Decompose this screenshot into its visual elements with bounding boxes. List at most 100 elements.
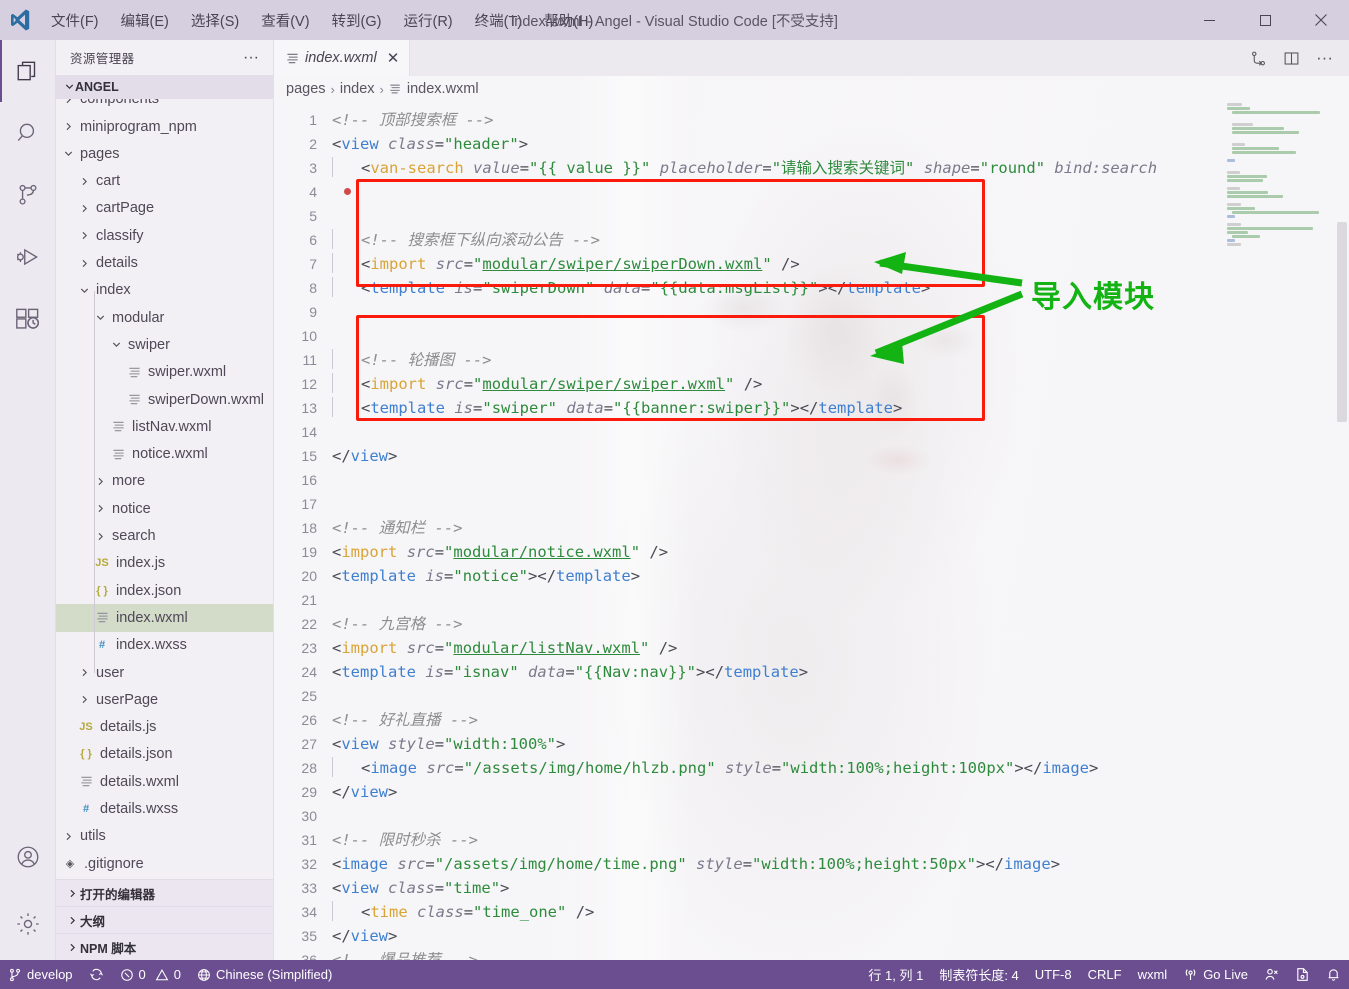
- tree-item-search[interactable]: search: [56, 522, 273, 549]
- activity-explorer-icon[interactable]: [0, 40, 56, 102]
- status-language-mode[interactable]: wxml: [1130, 960, 1176, 989]
- menu-bar: 文件(F) 编辑(E) 选择(S) 查看(V) 转到(G) 运行(R) 终端(T…: [40, 0, 604, 40]
- tree-item--gitignore[interactable]: ◈ .gitignore: [56, 850, 273, 877]
- tree-item-userpage[interactable]: userPage: [56, 686, 273, 713]
- code-line: 34 <time class="time_one" />: [274, 900, 1349, 924]
- sidebar-more-actions-icon[interactable]: ···: [243, 49, 265, 65]
- menu-run[interactable]: 运行(R): [392, 6, 463, 35]
- tree-item-more[interactable]: more: [56, 468, 273, 495]
- tree-item-details-wxss[interactable]: # details.wxss: [56, 795, 273, 822]
- activity-search-icon[interactable]: [0, 102, 56, 164]
- code-line: 21: [274, 588, 1349, 612]
- status-notifications[interactable]: [1318, 960, 1349, 989]
- tree-item-pages[interactable]: pages: [56, 140, 273, 167]
- chevron-right-icon[interactable]: [76, 667, 92, 678]
- line-number: 26: [301, 712, 317, 728]
- more-actions-icon[interactable]: ···: [1316, 49, 1333, 66]
- menu-help[interactable]: 帮助(H): [533, 6, 604, 35]
- status-sync[interactable]: [81, 960, 112, 989]
- breadcrumb-item-file[interactable]: index.wxml: [407, 81, 479, 97]
- status-indentation[interactable]: 制表符长度: 4: [931, 960, 1026, 989]
- status-cursor-position[interactable]: 行 1, 列 1: [860, 960, 931, 989]
- tree-item-user[interactable]: user: [56, 659, 273, 686]
- tree-item-swiper-wxml[interactable]: swiper.wxml: [56, 359, 273, 386]
- menu-go[interactable]: 转到(G): [321, 6, 393, 35]
- line-number: 34: [301, 904, 317, 920]
- close-button[interactable]: [1293, 0, 1349, 40]
- pane-outline[interactable]: 大纲: [56, 906, 273, 933]
- tree-item-index-json[interactable]: { } index.json: [56, 577, 273, 604]
- activity-source-control-icon[interactable]: [0, 164, 56, 226]
- tree-root-folder[interactable]: ANGEL: [56, 75, 273, 99]
- split-editor-icon[interactable]: [1283, 50, 1300, 67]
- chevron-right-icon[interactable]: [76, 203, 92, 214]
- scrollbar-thumb[interactable]: [1337, 222, 1347, 422]
- chevron-right-icon[interactable]: [60, 121, 76, 132]
- tree-item-swiper[interactable]: swiper: [56, 331, 273, 358]
- code-line-text: [330, 180, 1349, 204]
- chevron-right-icon[interactable]: [76, 230, 92, 241]
- breakpoint-dot[interactable]: [344, 188, 351, 195]
- status-problems[interactable]: 0 0: [112, 960, 189, 989]
- tree-item-index-wxml[interactable]: index.wxml: [56, 604, 273, 632]
- activity-settings-gear-icon[interactable]: [0, 888, 56, 960]
- pane-npm-scripts[interactable]: NPM 脚本: [56, 933, 273, 960]
- tree-item-cart[interactable]: cart: [56, 168, 273, 195]
- chevron-right-icon[interactable]: [76, 694, 92, 705]
- tree-root-label: ANGEL: [75, 79, 119, 94]
- tree-item-details-wxml[interactable]: details.wxml: [56, 768, 273, 795]
- tree-item-index[interactable]: index: [56, 277, 273, 304]
- activity-extensions-icon[interactable]: [0, 288, 56, 350]
- tree-item-classify[interactable]: classify: [56, 222, 273, 249]
- breadcrumb-item-pages[interactable]: pages: [286, 81, 326, 97]
- tab-index-wxml[interactable]: index.wxml ✕: [274, 40, 411, 76]
- chevron-right-icon[interactable]: [76, 258, 92, 269]
- chevron-down-icon[interactable]: [76, 285, 92, 296]
- breadcrumb-item-index[interactable]: index: [340, 81, 375, 97]
- split-diff-icon[interactable]: [1250, 50, 1267, 67]
- maximize-button[interactable]: [1237, 0, 1293, 40]
- tab-close-icon[interactable]: ✕: [387, 51, 400, 66]
- minimize-button[interactable]: [1181, 0, 1237, 40]
- status-open-preview[interactable]: [1287, 960, 1318, 989]
- menu-file[interactable]: 文件(F): [40, 6, 110, 35]
- status-encoding[interactable]: UTF-8: [1027, 960, 1080, 989]
- tree-item-details-json[interactable]: { } details.json: [56, 741, 273, 768]
- menu-selection[interactable]: 选择(S): [180, 6, 250, 35]
- tree-item-index-js[interactable]: JS index.js: [56, 550, 273, 577]
- editor-vertical-scrollbar[interactable]: [1335, 102, 1349, 960]
- status-branch[interactable]: develop: [0, 960, 81, 989]
- chevron-right-icon[interactable]: [60, 98, 76, 105]
- menu-view[interactable]: 查看(V): [250, 6, 320, 35]
- code-editor[interactable]: 1 <!-- 顶部搜索框 --> 2 <view class="header"> 3 <…: [274, 102, 1349, 960]
- status-language-pack[interactable]: Chinese (Simplified): [189, 960, 340, 989]
- tree-item-modular[interactable]: modular: [56, 304, 273, 331]
- tree-item-miniprogram-npm[interactable]: miniprogram_npm: [56, 113, 273, 140]
- chevron-right-icon[interactable]: [60, 831, 76, 842]
- activity-run-and-debug-icon[interactable]: [0, 226, 56, 288]
- tree-item-cartpage[interactable]: cartPage: [56, 195, 273, 222]
- tree-item-label: index.json: [116, 582, 182, 599]
- chevron-right-icon[interactable]: [76, 176, 92, 187]
- menu-terminal[interactable]: 终端(T): [464, 6, 534, 35]
- tree-item-utils[interactable]: utils: [56, 823, 273, 850]
- tree-item-details[interactable]: details: [56, 249, 273, 276]
- tree-item-details-js[interactable]: JS details.js: [56, 713, 273, 740]
- tree-item-notice-wxml[interactable]: notice.wxml: [56, 441, 273, 468]
- tree-item-listnav-wxml[interactable]: listNav.wxml: [56, 413, 273, 440]
- chevron-down-icon[interactable]: [60, 148, 76, 159]
- chevron-down-icon[interactable]: [108, 339, 124, 350]
- line-number: 20: [301, 568, 317, 584]
- file-tree[interactable]: components miniprogram_npm pages cart cartPa…: [56, 98, 273, 879]
- tree-item-index-wxss[interactable]: # index.wxss: [56, 632, 273, 659]
- js-file-icon: JS: [95, 557, 109, 570]
- pane-open-editors[interactable]: 打开的编辑器: [56, 879, 273, 906]
- status-eol[interactable]: CRLF: [1080, 960, 1130, 989]
- status-go-live[interactable]: Go Live: [1175, 960, 1256, 989]
- tree-item-swiperdown-wxml[interactable]: swiperDown.wxml: [56, 386, 273, 413]
- activity-accounts-icon[interactable]: [0, 826, 56, 888]
- status-live-share[interactable]: [1256, 960, 1287, 989]
- tree-item-notice[interactable]: notice: [56, 495, 273, 522]
- menu-edit[interactable]: 编辑(E): [110, 6, 180, 35]
- tree-item-components[interactable]: components: [56, 98, 273, 113]
